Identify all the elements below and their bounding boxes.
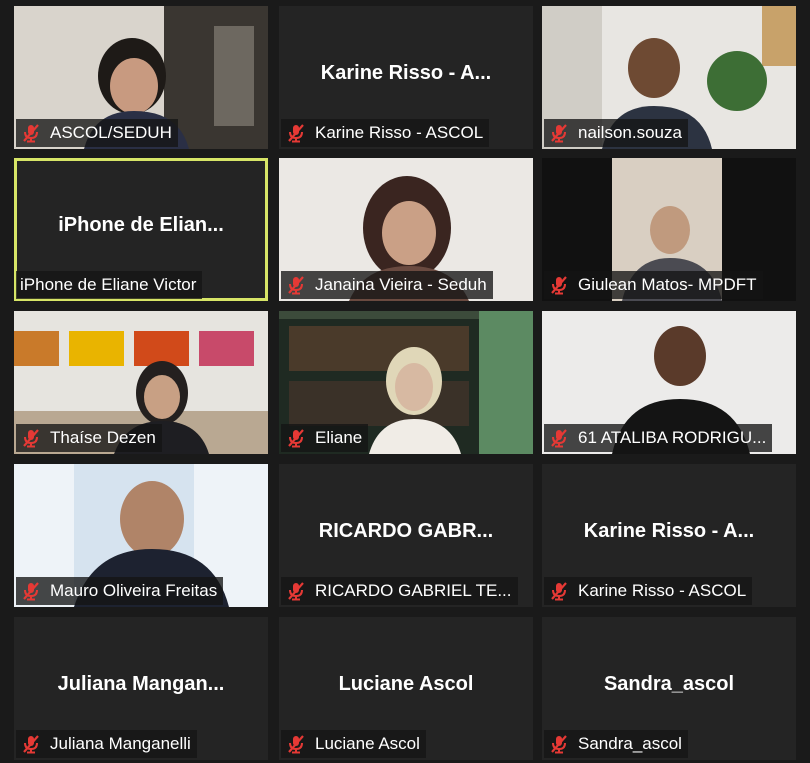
muted-microphone-icon [551,276,567,295]
participant-display-name: Sandra_ascol [603,673,735,695]
participant-name: Sandra_ascol [578,734,682,753]
participant-name: Janaina Vieira - Seduh [315,275,487,294]
participant-name: iPhone de Eliane Victor [20,275,197,294]
participant-name: Mauro Oliveira Freitas [50,581,218,600]
participant-display-name: Luciane Ascol [338,673,474,695]
participant-name-label: RICARDO GABRIEL TE... [281,577,518,605]
participant-name-label: Sandra_ascol [544,730,688,758]
participant-tile[interactable]: Sandra_ascol Sandra_ascol [542,617,796,760]
participant-name: Thaíse Dezen [50,428,156,447]
participant-tile[interactable]: RICARDO GABR... RICARDO GABRIEL TE... [279,464,533,607]
participant-name-label: Eliane [281,424,369,452]
muted-microphone-icon [288,276,304,295]
participant-name-label: ASCOL/SEDUH [16,119,178,147]
participant-tile[interactable]: Mauro Oliveira Freitas [14,464,268,607]
participant-tile[interactable]: Luciane Ascol Luciane Ascol [279,617,533,760]
participant-name-label: Mauro Oliveira Freitas [16,577,224,605]
participant-name-label: Giulean Matos- MPDFT [544,271,763,299]
participant-name: RICARDO GABRIEL TE... [315,581,512,600]
participant-name: nailson.souza [578,123,682,142]
participant-tile[interactable]: Janaina Vieira - Seduh [279,158,533,301]
participant-name: Juliana Manganelli [50,734,191,753]
participant-name: Eliane [315,428,363,447]
muted-microphone-icon [23,124,39,143]
participant-name: Karine Risso - ASCOL [315,123,484,142]
participant-tile[interactable]: Eliane [279,311,533,454]
participant-name-label: Karine Risso - ASCOL [544,577,753,605]
participant-tile[interactable]: ASCOL/SEDUH [14,6,268,149]
participant-name-label: Juliana Manganelli [16,730,197,758]
participant-display-name: Karine Risso - A... [320,62,492,84]
muted-microphone-icon [288,429,304,448]
participant-tile[interactable]: Karine Risso - A... Karine Risso - ASCOL [542,464,796,607]
muted-microphone-icon [288,582,304,601]
participant-tile[interactable]: Giulean Matos- MPDFT [542,158,796,301]
participant-name: ASCOL/SEDUH [50,123,172,142]
participant-display-name: RICARDO GABR... [318,520,494,542]
participant-display-name: Karine Risso - A... [583,520,755,542]
muted-microphone-icon [551,735,567,754]
participant-tile[interactable]: Juliana Mangan... Juliana Manganelli [14,617,268,760]
participant-name-label: iPhone de Eliane Victor [16,271,203,299]
participant-name: 61 ATALIBA RODRIGU... [578,428,767,447]
participant-name-label: Karine Risso - ASCOL [281,119,490,147]
participant-tile[interactable]: Thaíse Dezen [14,311,268,454]
participant-tile[interactable]: nailson.souza [542,6,796,149]
muted-microphone-icon [23,735,39,754]
participant-name: Luciane Ascol [315,734,420,753]
video-gallery: ASCOL/SEDUH Karine Risso - A... Karine Ris… [0,0,810,763]
participant-tile[interactable]: 61 ATALIBA RODRIGU... [542,311,796,454]
muted-microphone-icon [23,429,39,448]
muted-microphone-icon [288,124,304,143]
muted-microphone-icon [23,582,39,601]
participant-name: Giulean Matos- MPDFT [578,275,757,294]
participant-tile[interactable]: iPhone de Elian... iPhone de Eliane Victo… [14,158,268,301]
muted-microphone-icon [551,582,567,601]
participant-display-name: iPhone de Elian... [58,214,224,236]
participant-name-label: 61 ATALIBA RODRIGU... [544,424,773,452]
participant-name-label: Luciane Ascol [281,730,426,758]
participant-name: Karine Risso - ASCOL [578,581,747,600]
participant-tile[interactable]: Karine Risso - A... Karine Risso - ASCOL [279,6,533,149]
participant-name-label: Thaíse Dezen [16,424,162,452]
muted-microphone-icon [551,429,567,448]
muted-microphone-icon [288,735,304,754]
participant-display-name: Juliana Mangan... [57,673,225,695]
participant-name-label: Janaina Vieira - Seduh [281,271,493,299]
muted-microphone-icon [551,124,567,143]
participant-name-label: nailson.souza [544,119,688,147]
